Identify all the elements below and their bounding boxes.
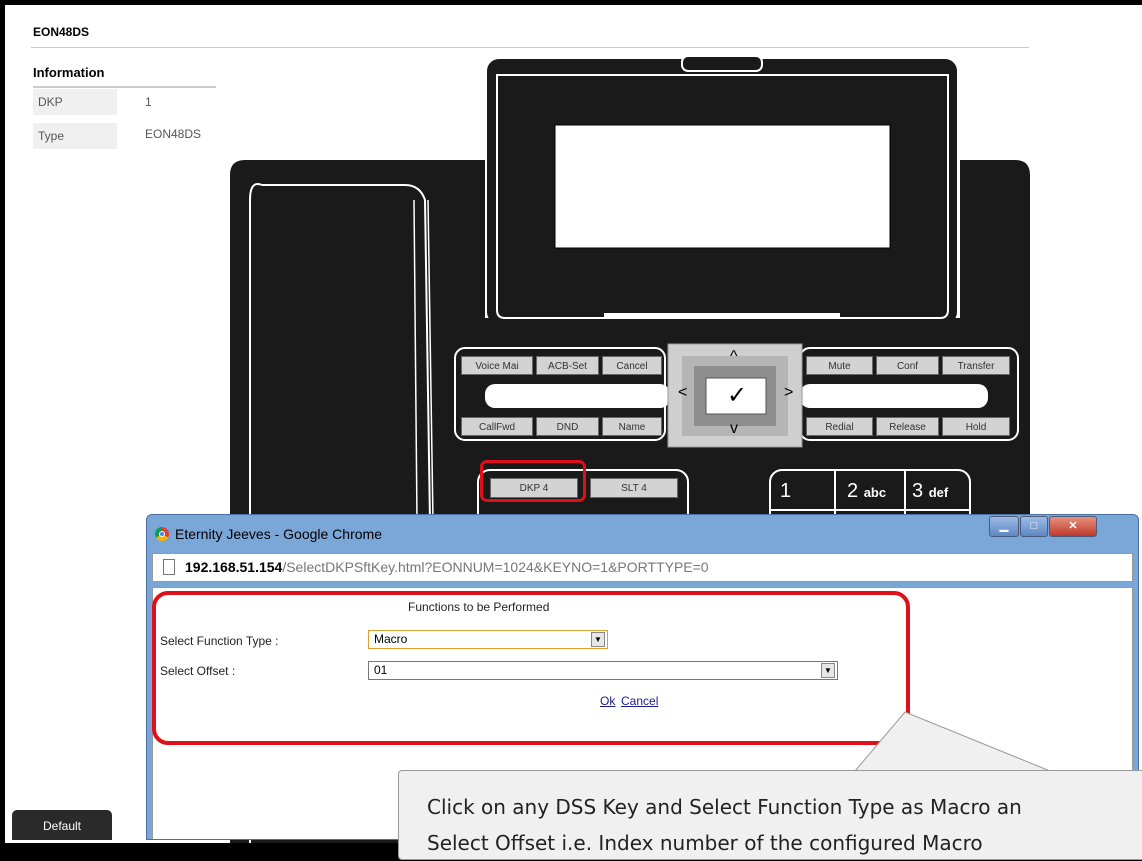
callout-line-1: Click on any DSS Key and Select Function…: [427, 795, 1022, 819]
callout-pointer: [853, 711, 1051, 772]
callout-line-2: Select Offset i.e. Index number of the c…: [427, 831, 983, 855]
instruction-callout: Click on any DSS Key and Select Function…: [398, 770, 1142, 860]
